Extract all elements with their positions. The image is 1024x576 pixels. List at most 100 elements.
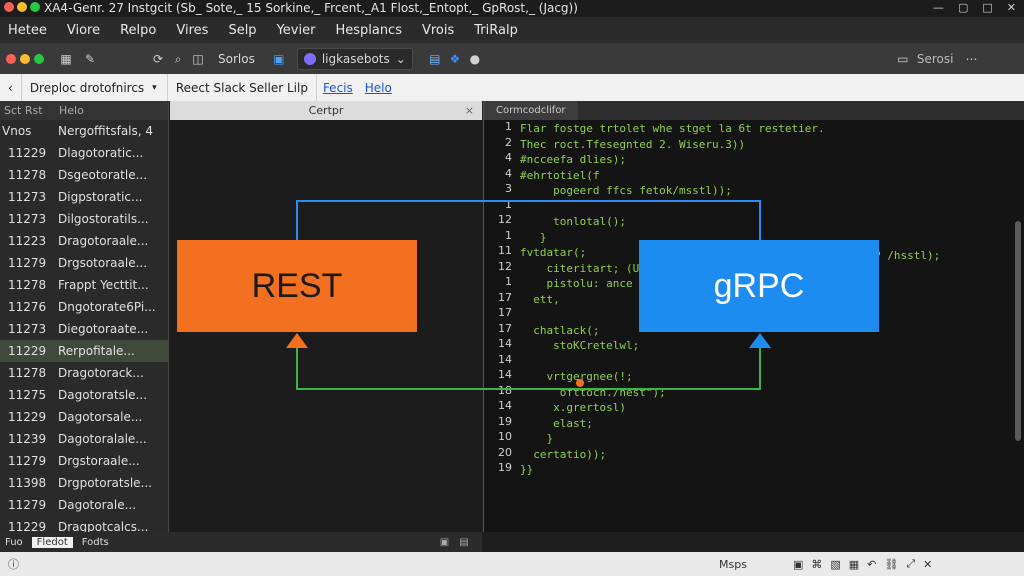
row-id: 11279 — [8, 498, 47, 512]
cloud-icon[interactable]: ● — [467, 51, 483, 67]
close-icon[interactable]: ✕ — [1007, 1, 1016, 14]
bookmark-icon[interactable]: ◫ — [190, 51, 206, 67]
menu-item[interactable]: TriRalp — [474, 23, 518, 38]
sorlos-label[interactable]: Sorlos — [218, 52, 255, 66]
column-header[interactable]: Sct Rst — [0, 104, 55, 117]
bottom-tab[interactable]: Fuo — [0, 537, 28, 548]
serosi-label[interactable]: Serosi — [917, 52, 954, 66]
list-item[interactable]: 11275 Dagotoratsle... — [0, 384, 168, 406]
code-overflow-text: P /hsstl); — [874, 249, 941, 262]
link-icon[interactable]: ⛓ — [884, 558, 898, 571]
code-icon[interactable]: ⌘ — [811, 558, 822, 571]
info-icon[interactable]: ⓘ — [8, 556, 19, 572]
close-icon[interactable]: × — [465, 101, 474, 120]
code-line[interactable]: vrtgergnee(!; — [520, 370, 825, 386]
code-line[interactable] — [520, 200, 825, 216]
link-fecis[interactable]: Fecis — [317, 81, 359, 95]
line-number: 17 — [498, 321, 512, 335]
path-dropdown[interactable]: Dreploc drotofnircs ▾ — [22, 74, 168, 101]
list-item[interactable]: 11276 Dngotorate6Pi... — [0, 296, 168, 318]
list-item[interactable]: 11279 Drgstoraale... — [0, 450, 168, 472]
undo-icon[interactable]: ↶ — [867, 558, 876, 571]
grid-icon[interactable]: ▦ — [849, 558, 859, 571]
list-header-row[interactable]: Vnos Nergoffitsfals, 4 — [0, 120, 168, 142]
code-line[interactable]: Thec roct.Tfesegnted 2. Wiseru.3)) — [520, 138, 825, 154]
rest-box: REST — [177, 240, 417, 332]
menu-item[interactable]: Relpo — [120, 23, 156, 38]
column-header[interactable]: Helo — [55, 104, 110, 117]
fullscreen-icon[interactable]: ⤢ — [906, 557, 915, 571]
menu-item[interactable]: Viore — [67, 23, 100, 38]
list-item[interactable]: 11229 Dlagotoratic... — [0, 142, 168, 164]
link-helo[interactable]: Helo — [359, 81, 398, 95]
panel-icon[interactable]: ▣ — [440, 537, 449, 548]
branch-selector[interactable]: ligkasebots ⌄ — [296, 48, 413, 70]
monitor-icon[interactable]: ▭ — [895, 51, 911, 67]
code-line[interactable]: tonlotal(); — [520, 215, 825, 231]
line-number: 17 — [498, 290, 512, 304]
zoom-window-button[interactable] — [30, 2, 40, 12]
menu-item[interactable]: Yevier — [277, 23, 316, 38]
list-item[interactable]: 11279 Dagotorale... — [0, 494, 168, 516]
code-line[interactable]: } — [520, 432, 825, 448]
code-line[interactable]: stoKCretelwl; — [520, 339, 825, 355]
menu-item[interactable]: Selp — [228, 23, 256, 38]
list-item[interactable]: 11279 Drgsotoraale... — [0, 252, 168, 274]
minimize-icon[interactable]: — — [933, 1, 944, 14]
save-icon[interactable]: ▣ — [793, 558, 803, 571]
pencil-icon[interactable]: ✎ — [82, 51, 98, 67]
code-line[interactable] — [520, 355, 825, 371]
grid-icon[interactable]: ▦ — [58, 51, 74, 67]
menu-item[interactable]: Vrois — [422, 23, 454, 38]
terminal-icon[interactable]: ▤ — [427, 51, 443, 67]
list-item[interactable]: 11278 Frappt Yecttit... — [0, 274, 168, 296]
bottom-tab-active[interactable]: Fledot — [31, 536, 73, 548]
list-item[interactable]: 11398 Drgpotoratsle... — [0, 472, 168, 494]
code-line[interactable]: }} — [520, 463, 825, 479]
bird-icon[interactable]: ❖ — [447, 51, 463, 67]
editor-scrollbar[interactable] — [1015, 221, 1021, 441]
layout-icon[interactable]: ▤ — [459, 537, 468, 548]
row-id: 11278 — [8, 366, 47, 380]
code-line[interactable]: x.grertosl) — [520, 401, 825, 417]
row-id: 11229 — [8, 146, 47, 160]
code-line[interactable]: pogeerd ffcs fetok/msstl)); — [520, 184, 825, 200]
list-item[interactable]: 11223 Dragotoraale... — [0, 230, 168, 252]
list-item[interactable]: 11278 Dragotorack... — [0, 362, 168, 384]
line-number: 14 — [498, 399, 512, 412]
row-name: Rerpofitale... — [58, 344, 135, 358]
list-item[interactable]: 11229 Dagotorsale... — [0, 406, 168, 428]
minimize-window-button[interactable] — [17, 2, 27, 12]
menu-item[interactable]: Vires — [176, 23, 208, 38]
list-item[interactable]: 11273 Diegotoraate... — [0, 318, 168, 340]
list-item[interactable]: 11278 Dsgeotoratle... — [0, 164, 168, 186]
close-window-button[interactable] — [4, 2, 14, 12]
list-item[interactable]: 11273 Digpstoratic... — [0, 186, 168, 208]
code-line[interactable]: certatio)); — [520, 448, 825, 464]
refresh-icon[interactable]: ⟳ — [150, 51, 166, 67]
close-icon[interactable]: ✕ — [923, 558, 932, 571]
menu-bar: Hetee Viore Relpo Vires Selp Yevier Hesp… — [0, 17, 1024, 44]
list-item-selected[interactable]: 11229 Rerpofitale... — [0, 340, 168, 362]
list-item[interactable]: 11273 Dilgostoratils... — [0, 208, 168, 230]
center-panel-tab[interactable]: Certpr × — [170, 101, 482, 120]
code-line[interactable]: ofttoch./hest"); — [520, 386, 825, 402]
restore-icon[interactable]: ▢ — [958, 1, 968, 14]
menu-item[interactable]: Hesplancs — [335, 23, 402, 38]
list-item[interactable]: 11239 Dagotoralale... — [0, 428, 168, 450]
image-icon[interactable]: ▧ — [830, 558, 840, 571]
row-name: Dlagotoratic... — [58, 146, 144, 160]
menu-item[interactable]: Hetee — [8, 23, 47, 38]
editor-tab[interactable]: Cormcodclifor — [484, 101, 578, 120]
square-icon[interactable]: □ — [982, 1, 992, 14]
line-number: 14 — [498, 368, 512, 381]
search-icon[interactable]: ⌕ — [170, 51, 186, 67]
code-line[interactable]: Flar fostge trtolet whe stget la 6t rest… — [520, 122, 825, 138]
code-line[interactable]: #ncceefa dlies); — [520, 153, 825, 169]
code-line[interactable]: #ehrtotiel(f — [520, 169, 825, 185]
code-line[interactable]: elast; — [520, 417, 825, 433]
back-button[interactable]: ‹ — [0, 74, 22, 101]
more-icon[interactable]: ⋯ — [963, 51, 979, 67]
bottom-tab[interactable]: Fodts — [77, 537, 114, 548]
window-icon[interactable]: ▣ — [271, 51, 287, 67]
